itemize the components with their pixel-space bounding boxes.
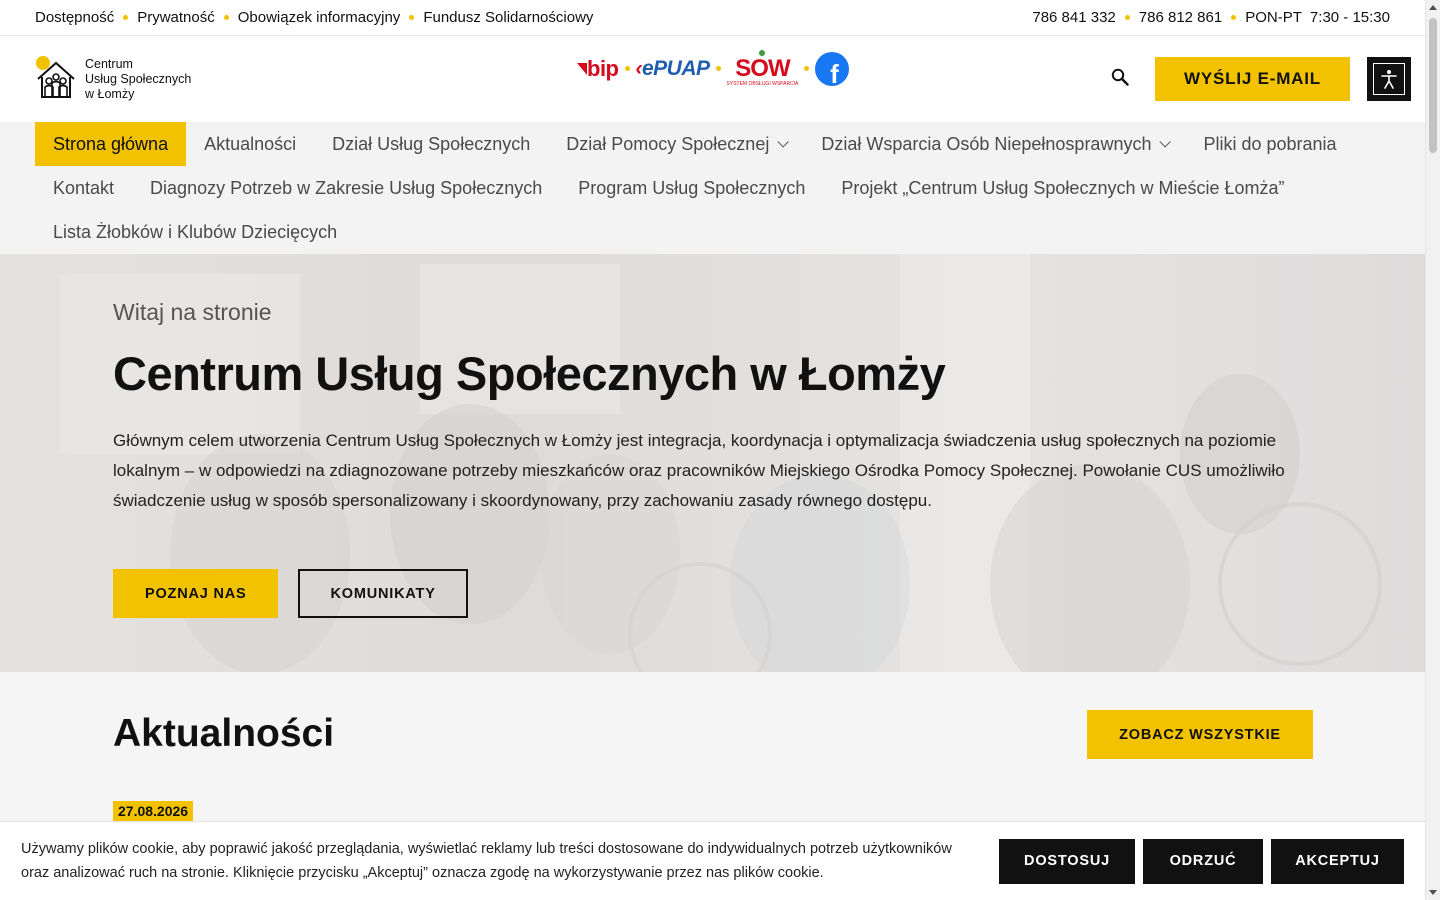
separator-dot	[223, 15, 229, 20]
top-contacts: 786 841 332 786 812 861 PON-PT 7:30 - 15…	[1032, 9, 1390, 26]
link-solidarity-fund[interactable]: Fundusz Solidarnościowy	[423, 9, 593, 26]
nav-item-nurseries-list[interactable]: Lista Żłobków i Klubów Dziecięcych	[35, 210, 355, 254]
cookie-buttons: DOSTOSUJ ODRZUĆ AKCEPTUJ	[999, 838, 1404, 884]
accessibility-icon	[1373, 63, 1405, 95]
nav-item-home[interactable]: Strona główna	[35, 122, 187, 166]
hero-section: Witaj na stronie Centrum Usług Społeczny…	[0, 254, 1425, 672]
scroll-down-icon[interactable]	[1429, 890, 1437, 895]
separator-dot	[1124, 15, 1130, 20]
search-icon	[1111, 68, 1129, 91]
nav-item-label: Dział Usług Społecznych	[332, 133, 531, 154]
nav-item-label: Aktualności	[204, 133, 297, 154]
separator-dot	[1231, 15, 1237, 20]
chevron-down-icon	[777, 136, 790, 148]
nav-item-label: Program Usług Społecznych	[578, 177, 806, 198]
nav-item-label: Projekt „Centrum Usług Społecznych w Mie…	[841, 177, 1285, 198]
logo-text: Centrum Usług Społecznych w Łomży	[85, 57, 191, 102]
sow-label: SOW	[735, 55, 790, 82]
scroll-up-icon[interactable]	[1429, 5, 1437, 10]
partner-links: bip ‹ePUAP SOW SYSTEM OBSŁUGI WSPARCIA f	[577, 50, 850, 87]
page: Dostępność Prywatność Obowiązek informac…	[0, 0, 1425, 900]
phone-1[interactable]: 786 841 332	[1032, 9, 1115, 26]
search-button[interactable]	[1105, 64, 1135, 94]
link-accessibility[interactable]: Dostępność	[35, 9, 114, 26]
nav-item-label: Dział Pomocy Społecznej	[566, 133, 770, 154]
nav-item-contact[interactable]: Kontakt	[35, 166, 132, 210]
cookie-reject-button[interactable]: ODRZUĆ	[1143, 838, 1263, 884]
epuap-link[interactable]: ‹ePUAP	[636, 56, 711, 81]
separator-dot	[804, 66, 810, 71]
nav-item-social-services[interactable]: Dział Usług Społecznych	[314, 122, 548, 166]
nav-item-label: Diagnozy Potrzeb w Zakresie Usług Społec…	[150, 177, 543, 198]
hero-description: Głównym celem utworzenia Centrum Usług S…	[113, 431, 1285, 510]
facebook-glyph: f	[830, 58, 839, 86]
accessibility-button[interactable]	[1367, 57, 1411, 101]
nav-item-social-assistance[interactable]: Dział Pomocy Społecznej	[548, 122, 803, 166]
hero-buttons: POZNAJ NAS KOMUNIKATY	[113, 569, 1313, 618]
announcements-button[interactable]: KOMUNIKATY	[298, 569, 468, 618]
separator-dot	[123, 15, 129, 20]
cookie-text: Używamy plików cookie, aby poprawić jako…	[21, 841, 952, 881]
nav-item-needs-diagnosis[interactable]: Diagnozy Potrzeb w Zakresie Usług Społec…	[132, 166, 560, 210]
main-nav: Strona główna Aktualności Dział Usług Sp…	[0, 122, 1425, 254]
top-bar: Dostępność Prywatność Obowiązek informac…	[0, 0, 1425, 36]
sow-link[interactable]: SOW SYSTEM OBSŁUGI WSPARCIA	[726, 50, 799, 87]
nav-item-label: Lista Żłobków i Klubów Dziecięcych	[53, 221, 338, 242]
cookie-banner: Używamy plików cookie, aby poprawić jako…	[0, 821, 1425, 900]
nav-item-services-program[interactable]: Program Usług Społecznych	[560, 166, 823, 210]
cookie-customize-button[interactable]: DOSTOSUJ	[999, 838, 1135, 884]
news-title: Aktualności	[113, 712, 335, 755]
sow-sub-label: SYSTEM OBSŁUGI WSPARCIA	[726, 81, 799, 87]
nav-item-label: Dział Wsparcia Osób Niepełnosprawnych	[821, 133, 1152, 154]
separator-dot	[715, 66, 721, 71]
header: Centrum Usług Społecznych w Łomży bip ‹e…	[0, 36, 1425, 122]
logo-line: w Łomży	[85, 86, 135, 101]
nav-item-downloads[interactable]: Pliki do pobrania	[1185, 122, 1354, 166]
logo-icon	[35, 53, 77, 106]
logo-line: Centrum	[85, 56, 133, 71]
separator-dot	[409, 15, 415, 20]
site-logo[interactable]: Centrum Usług Społecznych w Łomży	[35, 53, 191, 106]
news-date-badge: 27.08.2026	[113, 801, 194, 821]
link-information-duty[interactable]: Obowiązek informacyjny	[238, 9, 401, 26]
facebook-icon[interactable]: f	[815, 51, 850, 86]
about-us-button[interactable]: POZNAJ NAS	[113, 569, 279, 618]
separator-dot	[624, 66, 630, 71]
chevron-down-icon	[1159, 136, 1172, 148]
nav-item-label: Strona główna	[53, 133, 169, 154]
hero-kicker: Witaj na stronie	[113, 299, 272, 325]
logo-line: Usług Społecznych	[85, 71, 192, 86]
nav-item-label: Kontakt	[53, 177, 115, 198]
nav-item-disability-support[interactable]: Dział Wsparcia Osób Niepełnosprawnych	[803, 122, 1185, 166]
page-scrollbar[interactable]	[1425, 0, 1440, 900]
nav-item-news[interactable]: Aktualności	[186, 122, 314, 166]
cookie-accept-button[interactable]: AKCEPTUJ	[1271, 838, 1404, 884]
nav-item-label: Pliki do pobrania	[1203, 133, 1337, 154]
nav-item-project[interactable]: Projekt „Centrum Usług Społecznych w Mie…	[823, 166, 1302, 210]
link-privacy[interactable]: Prywatność	[137, 9, 215, 26]
hero-title: Centrum Usług Społecznych w Łomży	[113, 347, 946, 400]
see-all-news-button[interactable]: ZOBACZ WSZYSTKIE	[1087, 710, 1313, 759]
send-email-button[interactable]: WYŚLIJ E-MAIL	[1155, 57, 1350, 101]
top-links: Dostępność Prywatność Obowiązek informac…	[35, 9, 593, 26]
header-actions: WYŚLIJ E-MAIL	[1105, 57, 1411, 101]
scrollbar-thumb[interactable]	[1429, 18, 1437, 153]
phone-2[interactable]: 786 812 861	[1139, 9, 1222, 26]
bip-link[interactable]: bip	[577, 56, 619, 82]
epuap-label: ePUAP	[642, 56, 710, 80]
hero-content: Witaj na stronie Centrum Usług Społeczny…	[113, 299, 1313, 618]
bip-label: bip	[587, 55, 619, 81]
office-hours: PON-PT 7:30 - 15:30	[1245, 9, 1390, 26]
